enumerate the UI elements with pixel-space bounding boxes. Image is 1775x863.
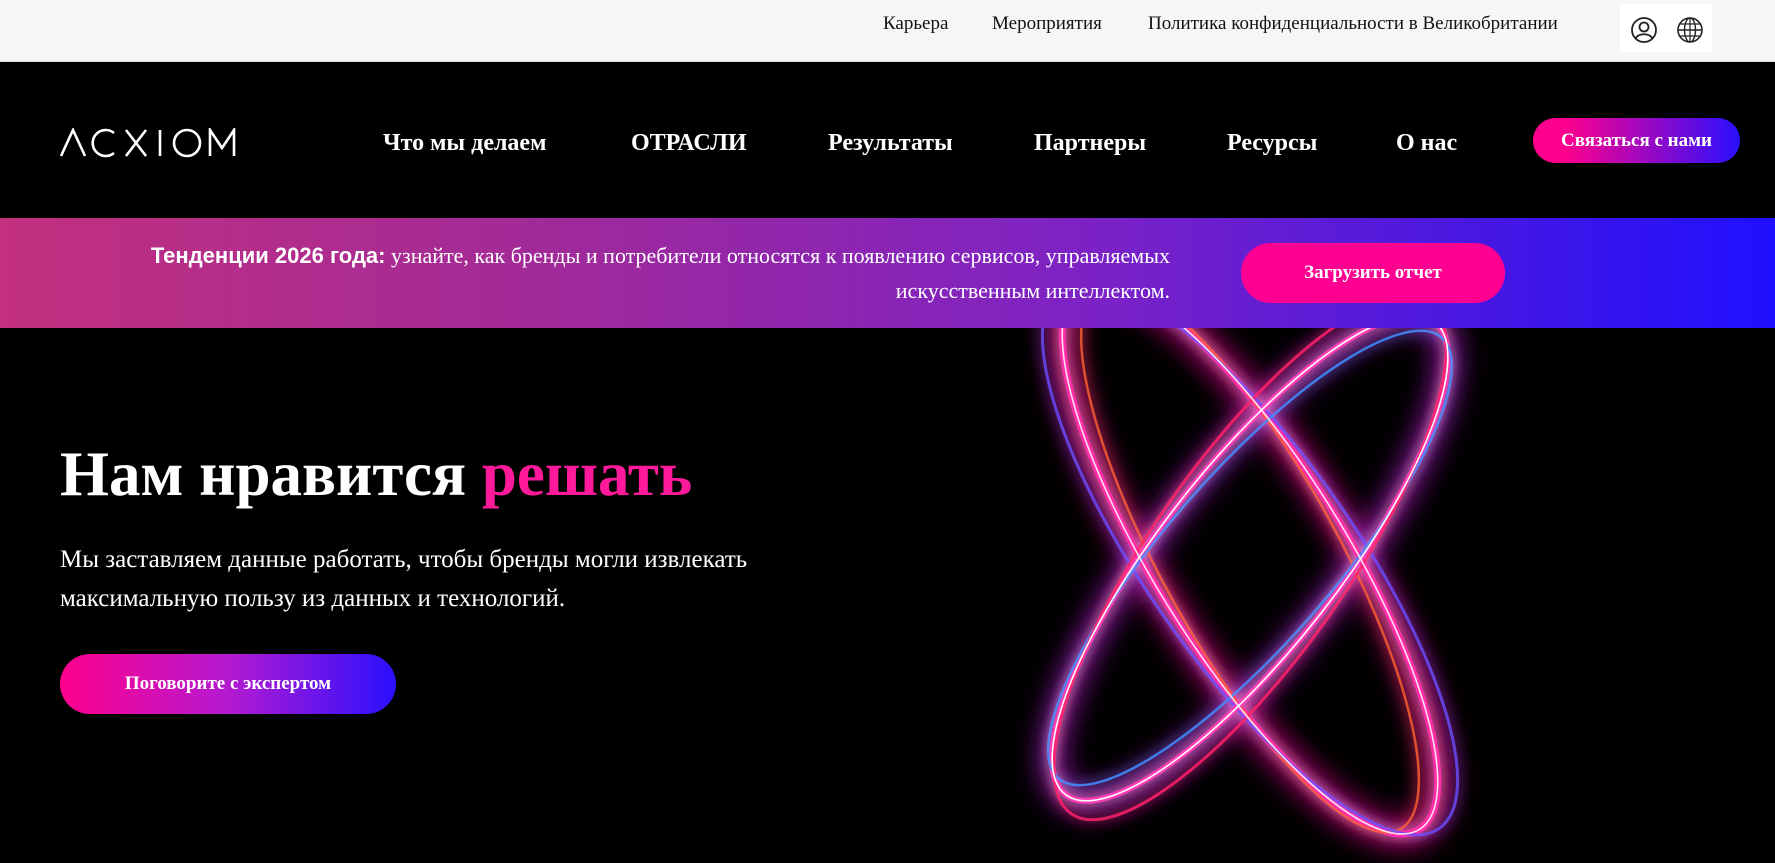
talk-to-expert-button[interactable]: Поговорите с экспертом [60, 654, 396, 714]
hero-title: Нам нравится решать [60, 438, 692, 510]
acxiom-logo-mark [59, 125, 236, 158]
banner-bold: Тенденции 2026 года: [150, 243, 386, 268]
link-uk-privacy[interactable]: Политика конфиденциальности в Великобрит… [1148, 13, 1558, 35]
user-icon[interactable] [1630, 16, 1658, 44]
trends-banner: Тенденции 2026 года: узнайте, как бренды… [0, 218, 1775, 328]
download-report-button[interactable]: Загрузить отчет [1241, 243, 1505, 303]
hero-title-accent: решать [481, 439, 693, 509]
nav-industries[interactable]: ОТРАСЛИ [631, 130, 747, 157]
contact-us-button[interactable]: Связаться с нами [1533, 118, 1740, 163]
link-careers[interactable]: Карьера [883, 13, 948, 35]
utility-bar: Карьера Мероприятия Политика конфиденциа… [0, 0, 1775, 62]
hero-light-swirl-image [850, 328, 1610, 863]
link-events[interactable]: Мероприятия [992, 13, 1102, 35]
banner-text: Тенденции 2026 года: узнайте, как бренды… [70, 238, 1170, 308]
nav-partners[interactable]: Партнеры [1034, 130, 1146, 157]
banner-description: узнайте, как бренды и потребители относя… [385, 243, 1170, 303]
main-navigation: Что мы делаем ОТРАСЛИ Результаты Партнер… [0, 62, 1775, 218]
nav-what-we-do[interactable]: Что мы делаем [383, 130, 546, 157]
nav-about[interactable]: О нас [1396, 130, 1457, 157]
acxiom-logo[interactable] [59, 125, 236, 163]
nav-results[interactable]: Результаты [828, 130, 953, 157]
utility-icons [1620, 4, 1712, 52]
globe-icon[interactable] [1676, 16, 1704, 44]
nav-resources[interactable]: Ресурсы [1227, 130, 1317, 157]
hero-subtitle: Мы заставляем данные работать, чтобы бре… [60, 546, 748, 612]
hero-title-main: Нам нравится [60, 439, 482, 509]
